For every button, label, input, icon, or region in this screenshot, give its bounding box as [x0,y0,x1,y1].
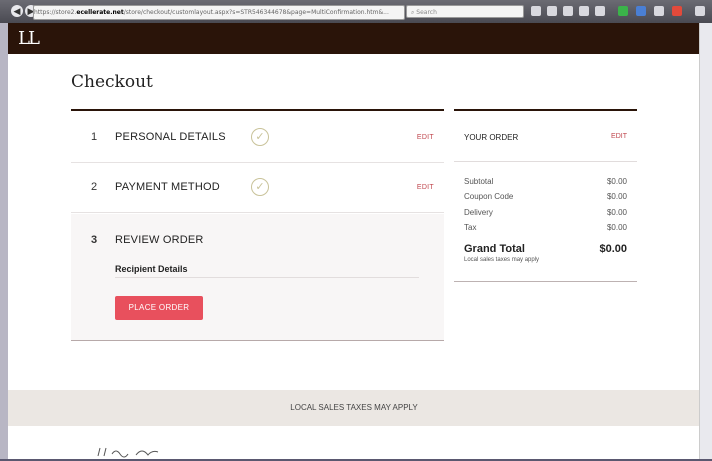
address-bar[interactable]: https://store2.ecellerate.net/store/chec… [33,5,405,20]
edit-payment-method-link[interactable]: EDIT [417,184,434,191]
row-label: Delivery [464,208,493,217]
reading-list-icon[interactable] [547,6,557,16]
download-icon[interactable] [563,6,573,16]
url-path: /store/checkout/customlayout.aspx?s=STR5… [123,9,389,16]
order-summary-title: YOUR ORDER [464,133,519,142]
grand-total-value: $0.00 [599,243,627,255]
row-value: $0.00 [606,208,627,217]
checkmark-icon: ✓ [251,128,269,146]
url-host: ecellerate.net [76,9,124,16]
step-label: PAYMENT METHOD [115,181,220,193]
row-label: Subtotal [464,177,494,186]
extension-icon[interactable] [618,6,628,16]
summary-row-tax: Tax $0.00 [464,223,627,232]
row-label: Tax [464,223,477,232]
url-prefix: https://store2. [34,9,77,16]
row-value: $0.00 [606,177,627,186]
step-review-order: 3 REVIEW ORDER Recipient Details PLACE O… [71,214,444,341]
order-summary: YOUR ORDER EDIT Subtotal $0.00 Coupon Co… [454,109,637,282]
step-number: 3 [91,234,98,246]
summary-row-coupon: Coupon Code $0.00 [464,192,627,201]
checkout-steps: 1 PERSONAL DETAILS ✓ EDIT 2 PAYMENT METH… [71,109,444,342]
site-header: LL [8,23,700,54]
browser-toolbar: ◀ ▶ https://store2.ecellerate.net/store/… [0,0,712,24]
summary-row-delivery: Delivery $0.00 [464,208,627,217]
grand-total: Grand Total $0.00 [464,243,627,255]
place-order-button[interactable]: PLACE ORDER [115,296,203,320]
step-payment-method: 2 PAYMENT METHOD ✓ EDIT [71,162,444,213]
grand-total-label: Grand Total [464,243,525,255]
step-number: 2 [91,181,98,193]
row-value: $0.00 [606,223,627,232]
scrollbar[interactable] [699,23,712,459]
row-value: $0.00 [606,192,627,201]
extension-icon[interactable] [654,6,664,16]
search-placeholder: Search [416,9,437,16]
site-logo[interactable]: LL [18,28,40,49]
step-number: 1 [91,131,98,143]
summary-row-subtotal: Subtotal $0.00 [464,177,627,186]
divider [115,277,419,278]
extension-icon[interactable] [672,6,682,16]
row-label: Coupon Code [464,192,514,201]
checkmark-icon: ✓ [251,178,269,196]
desktop-edge [0,23,8,459]
signature-logo-icon [97,447,159,458]
edit-personal-details-link[interactable]: EDIT [417,134,434,141]
step-personal-details: 1 PERSONAL DETAILS ✓ EDIT [71,111,444,163]
step-label: PERSONAL DETAILS [115,131,226,143]
bookmark-star-icon[interactable] [531,6,541,16]
edit-order-link[interactable]: EDIT [611,133,627,140]
pocket-icon[interactable] [595,6,605,16]
extension-icon[interactable] [636,6,646,16]
step-label: REVIEW ORDER [115,234,204,246]
page-title: Checkout [71,72,153,92]
recipient-details-heading: Recipient Details [115,264,188,274]
footer-tax-banner: LOCAL SALES TAXES MAY APPLY [8,390,700,426]
browser-search-input[interactable]: ⌕ Search [406,5,524,18]
divider [454,161,637,162]
menu-icon[interactable] [695,6,705,16]
tax-note: Local sales taxes may apply [464,257,540,263]
back-icon[interactable]: ◀ [11,5,23,17]
browser-window: ◀ ▶ https://store2.ecellerate.net/store/… [0,0,712,459]
home-icon[interactable] [579,6,589,16]
